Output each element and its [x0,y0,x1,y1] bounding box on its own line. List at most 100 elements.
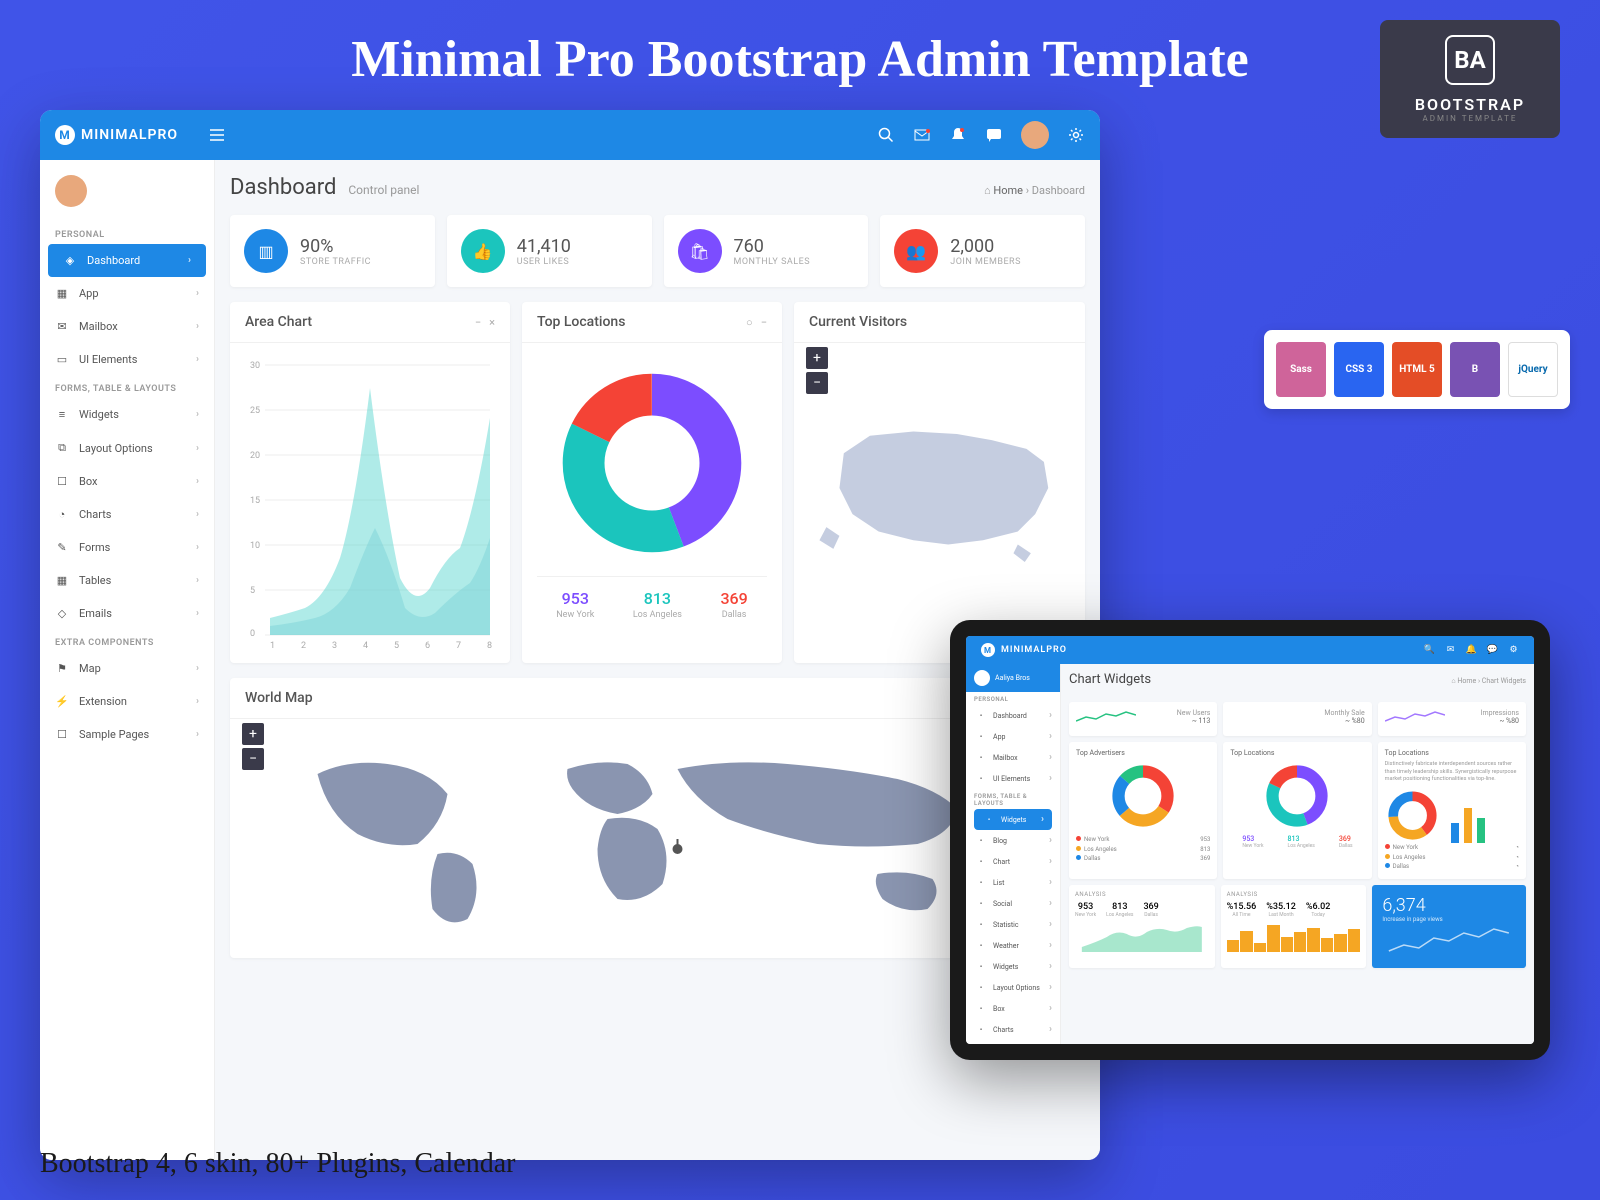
bootstrap-admin-badge: BA BOOTSTRAP ADMIN TEMPLATE [1380,20,1560,138]
top-locations-title: Top Locations [537,314,625,330]
sidebar-item-label: UI Elements [79,353,137,366]
refresh-icon[interactable]: ○ [746,316,753,329]
sidebar-item-layout-options[interactable]: ⧉ Layout Options › [40,431,214,465]
search-icon[interactable] [877,126,895,144]
stat-label: STORE TRAFFIC [300,257,371,267]
sidebar-item-app[interactable]: ▦App› [40,277,214,310]
tablet-sidebar-item[interactable]: •Weather› [966,935,1060,956]
collapse-icon[interactable]: − [761,316,767,329]
promo-footer: Bootstrap 4, 6 skin, 80+ Plugins, Calend… [40,1148,515,1180]
hamburger-icon[interactable] [208,126,226,144]
tablet-topbar: M MINIMALPRO 🔍 ✉ 🔔 💬 ⚙ [966,636,1534,664]
tablet-mail-icon[interactable]: ✉ [1445,645,1456,656]
user-avatar[interactable] [1021,121,1049,149]
edit-icon: ✎ [55,541,69,554]
close-icon[interactable]: × [489,316,495,329]
laptop-icon: ▭ [55,353,69,366]
sidebar-item-extension[interactable]: ⚡Extension› [40,685,214,718]
stat-value: 90% [300,236,371,257]
sidebar-item-forms[interactable]: ✎Forms› [40,531,214,564]
sidebar-item-label: Layout Options [79,442,153,455]
tablet-sidebar-item[interactable]: •Chart› [966,851,1060,872]
sidebar-item-sample-pages[interactable]: ☐Sample Pages› [40,718,214,751]
svg-text:2: 2 [301,641,306,648]
sidebar-item-charts[interactable]: ◔Charts› [40,498,214,531]
svg-text:3: 3 [332,641,337,648]
breadcrumb-current: Dashboard [1032,184,1085,197]
tablet-user-panel[interactable]: Aaliya Bros [966,664,1060,692]
sidebar-item-emails[interactable]: ◇Emails› [40,597,214,630]
thumb-icon: 👍 [461,229,505,273]
chevron-right-icon: › [196,409,199,420]
map-zoom-out-button[interactable]: − [242,748,264,770]
home-icon[interactable]: ⌂ [984,184,993,197]
mini-loc-stat: 953New York [1242,835,1263,849]
sidebar-item-dashboard[interactable]: ◈Dashboard› [48,244,206,277]
top-locations-card: Top Locations ○ − [522,302,782,663]
tablet-sidebar-item[interactable]: •List› [966,872,1060,893]
sidebar-user[interactable] [40,160,214,222]
sidebar-item-widgets[interactable]: ≡Widgets› [40,398,214,431]
donut-chart [557,368,747,558]
tablet-brand[interactable]: M MINIMALPRO [981,643,1067,657]
mail-icon[interactable] [913,126,931,144]
tablet-sidebar-item[interactable]: •App› [966,726,1060,747]
tablet-sidebar-item[interactable]: •Box› [966,998,1060,1019]
grid-icon: ▦ [55,287,69,300]
tech-badges: Sass CSS 3 HTML 5 B jQuery [1264,330,1570,409]
sidebar-item-mailbox[interactable]: ✉Mailbox› [40,310,214,343]
brand-logo[interactable]: M MINIMALPRO [55,125,178,145]
legend-item: Los Angeles◔ [1385,853,1519,863]
sidebar: PERSONAL◈Dashboard›▦App›✉Mailbox›▭UI Ele… [40,160,215,1160]
chat-icon[interactable] [985,126,1003,144]
chevron-right-icon: › [196,354,199,365]
spark-card: Impressions~ %80 [1378,702,1526,736]
analysis-card-1: ANALYSIS 953New York813Los Angeles369Dal… [1069,885,1215,968]
gear-icon[interactable] [1067,126,1085,144]
minimize-icon[interactable]: − [475,316,481,329]
stat-value: 41,410 [517,236,571,257]
sass-badge: Sass [1276,342,1326,397]
tablet-chat-icon[interactable]: 💬 [1487,645,1498,656]
world-map-title: World Map [245,690,313,706]
pie-icon: ◔ [55,508,69,521]
bell-icon[interactable] [949,126,967,144]
breadcrumb-home[interactable]: Home [993,184,1023,197]
tablet-sidebar-item[interactable]: •Widgets› [966,956,1060,977]
location-stat: 953New York [556,589,594,620]
tablet-sidebar-item[interactable]: •Social› [966,893,1060,914]
tablet-sidebar-item[interactable]: •Mailbox› [966,747,1060,768]
chevron-right-icon: › [196,321,199,332]
html5-badge: HTML 5 [1392,342,1442,397]
tablet-sidebar-item[interactable]: •Charts› [966,1019,1060,1040]
tablet-sidebar-item[interactable]: •UI Elements› [966,768,1060,789]
bag-icon: 🛍 [678,229,722,273]
tablet-bell-icon[interactable]: 🔔 [1466,645,1477,656]
sidebar-item-box[interactable]: ☐Box› [40,465,214,498]
tablet-sidebar-item[interactable]: •Blog› [966,830,1060,851]
sidebar-item-map[interactable]: ⚑Map› [40,652,214,685]
analysis-col: %6.02Today [1306,902,1330,918]
dashboard-window: M MINIMALPRO PERSONAL◈Dashboard›▦App›✉Ma… [40,110,1100,1160]
chevron-right-icon: › [196,288,199,299]
tablet-sidebar-item[interactable]: •Widgets› [974,809,1052,830]
ba-logo-icon: BA [1445,35,1495,85]
chevron-right-icon: › [196,476,199,487]
tablet-sidebar-item[interactable]: •Layout Options› [966,977,1060,998]
legend-item: New York◔ [1385,843,1519,853]
zoom-in-button[interactable]: + [806,347,828,369]
sidebar-item-tables[interactable]: ▦Tables› [40,564,214,597]
chevron-right-icon: › [196,443,199,454]
tablet-search-icon[interactable]: 🔍 [1424,645,1435,656]
map-zoom-in-button[interactable]: + [242,723,264,745]
legend-item: Dallas◔ [1385,862,1519,872]
tablet-sidebar-item[interactable]: •Statistic› [966,914,1060,935]
tablet-gear-icon[interactable]: ⚙ [1508,645,1519,656]
sidebar-item-ui-elements[interactable]: ▭ UI Elements › [40,343,214,376]
tablet-sidebar-item[interactable]: •Dashboard› [966,705,1060,726]
zoom-out-button[interactable]: − [806,372,828,394]
legend-item: Los Angeles813 [1076,845,1210,855]
sidebar-item-label: Dashboard [87,254,140,267]
copy-icon: ⧉ [55,441,69,455]
brand-logo-icon: M [55,125,75,145]
